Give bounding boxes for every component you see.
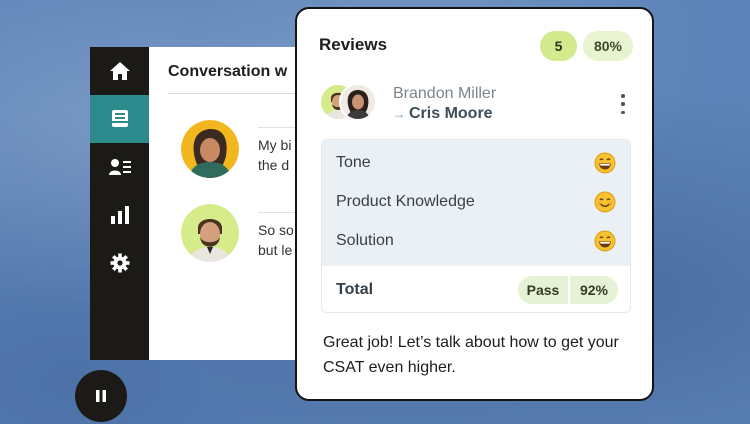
reviewer-name: Cris Moore [409,105,493,122]
sidebar-item-analytics[interactable] [90,191,149,239]
sidebar-item-contacts[interactable] [90,143,149,191]
reviews-card: Reviews 5 80% Brandon Miller → Cris Moore [295,7,654,401]
home-icon [109,62,130,80]
arrow-icon: → [393,107,405,121]
criteria-label: Product Knowledge [336,193,475,210]
grinning-emoji-icon [594,152,616,174]
pause-icon [96,390,106,402]
sidebar-item-settings[interactable] [90,239,149,287]
review-count-badge: 5 [540,31,577,61]
more-vertical-icon-dot [621,102,625,106]
reviews-title: Reviews [319,35,388,54]
contacts-icon [108,159,131,175]
more-vertical-icon [621,94,625,98]
criteria-row: Tone [336,150,616,176]
criteria-label: Tone [336,154,371,171]
sidebar-nav [90,47,149,360]
avatar [181,204,239,262]
avatar [181,120,239,178]
divider [168,93,305,94]
app-window: Conversation w My bi the d So so but le [90,47,305,360]
message-preview: My bi the d [258,127,305,175]
agent-name: Brandon Miller [393,85,497,102]
criteria-label: Solution [336,232,394,249]
review-feedback: Great job! Let’s talk about how to get y… [323,334,619,376]
message-line: the d [258,157,290,173]
pause-button[interactable] [75,370,127,422]
pass-badge: Pass [526,282,560,298]
smiling-emoji-icon [594,191,616,213]
conversation-panel: Conversation w My bi the d So so but le [149,47,305,360]
total-result: Pass 92% [518,276,618,304]
reviewer-avatar [339,83,377,121]
total-label: Total [336,281,374,298]
total-row: Total Pass 92% [336,275,618,305]
reviewer-line: → Cris Moore [393,105,493,123]
participants-avatars [319,83,379,123]
message-line: So so [258,222,294,238]
criteria-list: Tone Product Knowledge Solution [322,140,630,266]
sidebar-item-home[interactable] [90,47,149,95]
grinning-emoji-icon [594,230,616,252]
settings-icon [110,253,129,273]
message-line: My bi [258,137,292,153]
sidebar-item-inbox[interactable] [90,95,149,143]
more-vertical-icon-dot [621,110,625,114]
analytics-icon [110,206,129,224]
average-score-badge: 80% [583,31,633,61]
criteria-row: Solution [336,228,616,254]
inbox-icon [111,110,128,127]
conversation-title: Conversation w [168,63,288,80]
message-line: but le [258,242,293,258]
criteria-row: Product Knowledge [336,189,616,215]
more-options-button[interactable] [615,94,631,114]
message-preview: So so but le [258,212,305,260]
scorecard: Tone Product Knowledge Solution Total Pa… [321,139,631,313]
total-score-badge: 92% [568,276,618,304]
